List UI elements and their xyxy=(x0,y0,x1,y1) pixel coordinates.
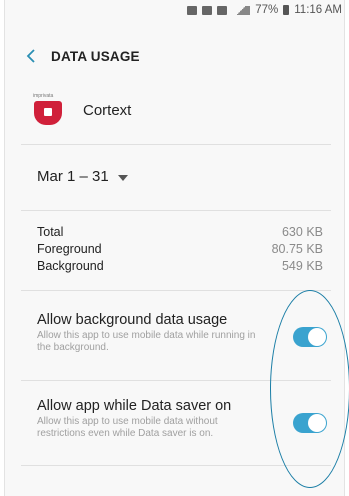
divider xyxy=(21,210,331,211)
screen: 77% 11:16 AM DATA USAGE imprivata Cortex… xyxy=(4,0,345,496)
usage-label: Total xyxy=(37,225,64,239)
notification-icon xyxy=(202,5,213,15)
page-title: DATA USAGE xyxy=(51,48,140,64)
divider xyxy=(21,380,331,381)
usage-label: Foreground xyxy=(37,242,102,256)
app-header: imprivata Cortext xyxy=(33,90,131,130)
notification-icon xyxy=(217,5,228,15)
background-data-toggle[interactable] xyxy=(293,327,327,347)
divider xyxy=(21,290,331,291)
dropdown-arrow-icon xyxy=(117,174,128,181)
chevron-left-icon xyxy=(26,49,35,63)
date-range-selector[interactable]: Mar 1 – 31 xyxy=(37,168,128,185)
divider xyxy=(21,465,331,466)
app-icon: imprivata xyxy=(33,93,63,127)
usage-label: Background xyxy=(37,259,104,273)
status-bar: 77% 11:16 AM xyxy=(5,0,346,20)
battery-percent: 77% xyxy=(255,4,279,16)
usage-value: 630 KB xyxy=(281,225,323,239)
usage-row-total: Total 630 KB xyxy=(37,224,323,241)
app-brand-text: imprivata xyxy=(33,93,54,99)
setting-description: Allow this app to use mobile data withou… xyxy=(37,416,218,439)
back-button[interactable] xyxy=(11,36,51,76)
setting-title: Allow background data usage xyxy=(37,312,228,328)
usage-value: 549 KB xyxy=(281,259,323,273)
usage-row-background: Background 549 KB xyxy=(37,258,323,275)
setting-background-data[interactable]: Allow background data usage Allow this a… xyxy=(37,312,337,354)
divider xyxy=(21,144,331,145)
data-saver-toggle[interactable] xyxy=(293,413,327,433)
notification-icon xyxy=(187,5,198,15)
setting-data-saver[interactable]: Allow app while Data saver on Allow this… xyxy=(37,398,337,440)
usage-row-foreground: Foreground 80.75 KB xyxy=(37,241,323,258)
signal-icon xyxy=(232,5,251,15)
usage-value: 80.75 KB xyxy=(271,242,323,256)
clock: 11:16 AM xyxy=(294,4,342,16)
app-name: Cortext xyxy=(83,101,132,119)
usage-stats: Total 630 KB Foreground 80.75 KB Backgro… xyxy=(37,224,323,275)
toggle-knob xyxy=(308,414,326,432)
app-bar: DATA USAGE xyxy=(5,36,346,76)
setting-title: Allow app while Data saver on xyxy=(37,398,232,414)
setting-description: Allow this app to use mobile data while … xyxy=(37,330,256,353)
battery-icon xyxy=(283,5,290,15)
toggle-knob xyxy=(308,328,326,346)
app-logo-icon xyxy=(34,101,62,125)
date-range-label: Mar 1 – 31 xyxy=(37,168,109,185)
